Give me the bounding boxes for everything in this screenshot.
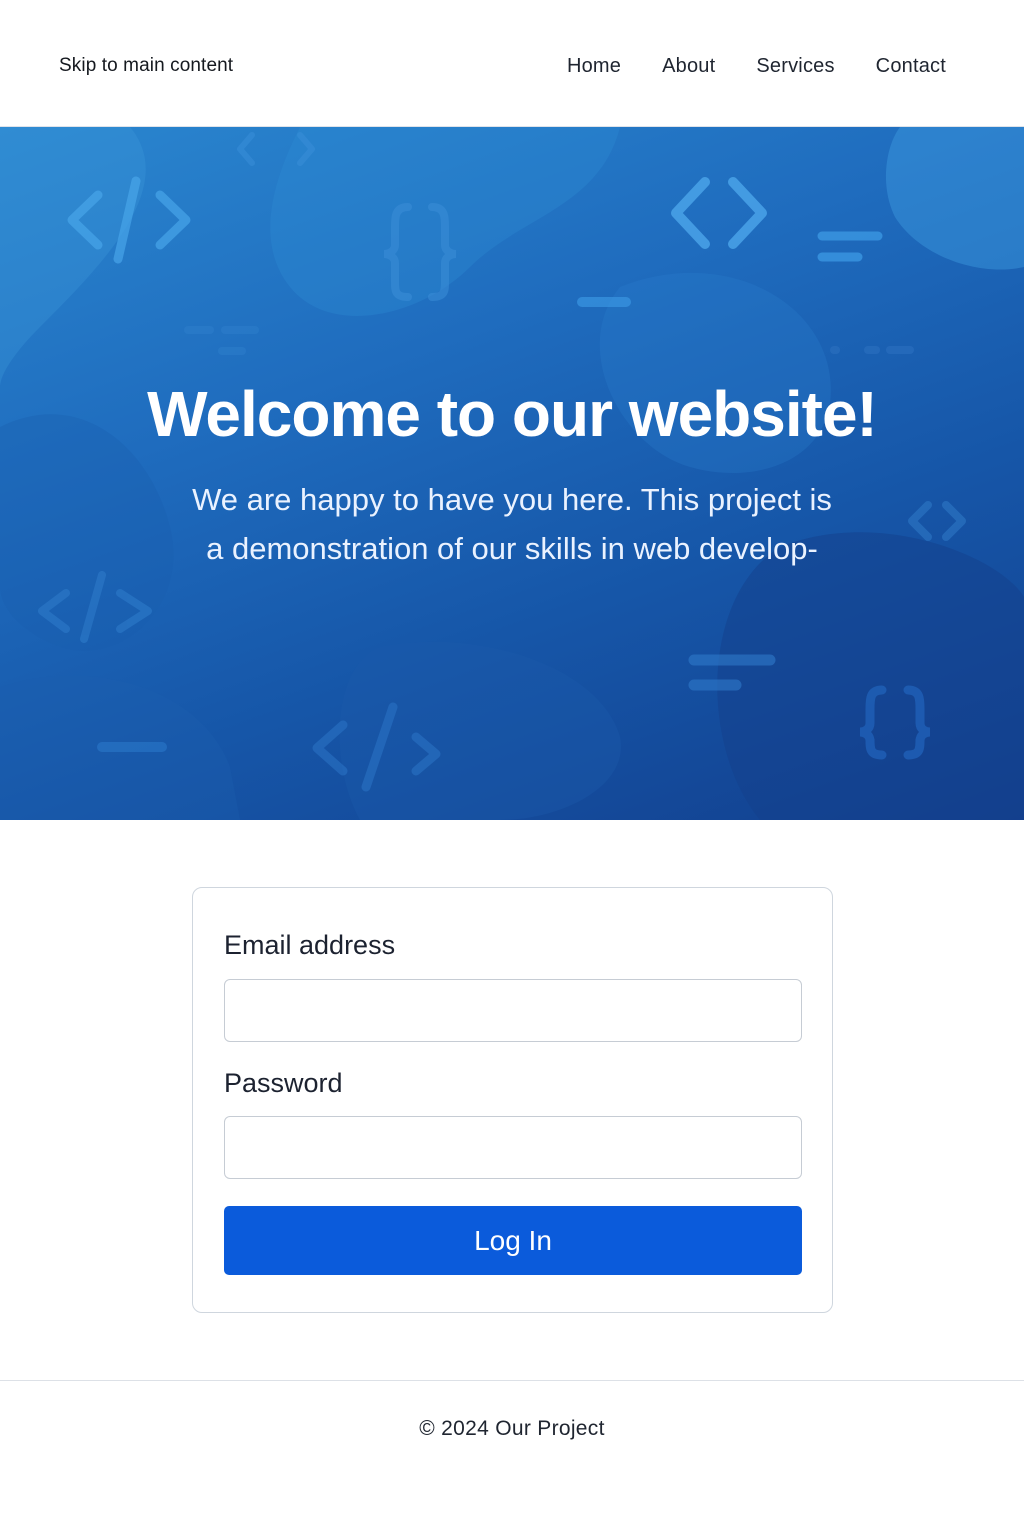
hero-description-line-2: a demonstration of our skills in web dev…: [206, 531, 818, 566]
text-lines-icon: [817, 231, 883, 262]
email-label: Email address: [224, 930, 396, 960]
text-lines-icon: [184, 326, 259, 355]
nav-link-contact[interactable]: Contact: [876, 55, 946, 78]
skip-to-main-link[interactable]: Skip to main content: [59, 55, 233, 77]
angle-brackets-icon: [908, 501, 966, 541]
email-field[interactable]: [224, 979, 802, 1042]
nav-link-home[interactable]: Home: [567, 55, 621, 78]
password-label: Password: [224, 1068, 343, 1098]
site-footer: © 2024 Our Project: [0, 1380, 1024, 1536]
nav-link-about[interactable]: About: [662, 55, 715, 78]
login-form: Email address Password Log In: [192, 887, 833, 1313]
hero-title: Welcome to our website!: [147, 378, 878, 450]
nav-link-services[interactable]: Services: [756, 55, 834, 78]
password-field[interactable]: [224, 1116, 802, 1179]
login-button[interactable]: Log In: [224, 1206, 802, 1275]
hero-description: We are happy to have you here. This proj…: [172, 475, 852, 573]
main-nav: Home About Services Contact: [526, 55, 946, 78]
hero-background: [0, 127, 1024, 820]
site-header: Skip to main content Home About Services…: [0, 0, 1024, 127]
angle-brackets-icon: [671, 177, 767, 249]
copyright-text: © 2024 Our Project: [419, 1417, 605, 1440]
hero-description-line-1: We are happy to have you here. This proj…: [192, 482, 832, 517]
hero-banner: Welcome to our website! We are happy to …: [0, 127, 1024, 820]
